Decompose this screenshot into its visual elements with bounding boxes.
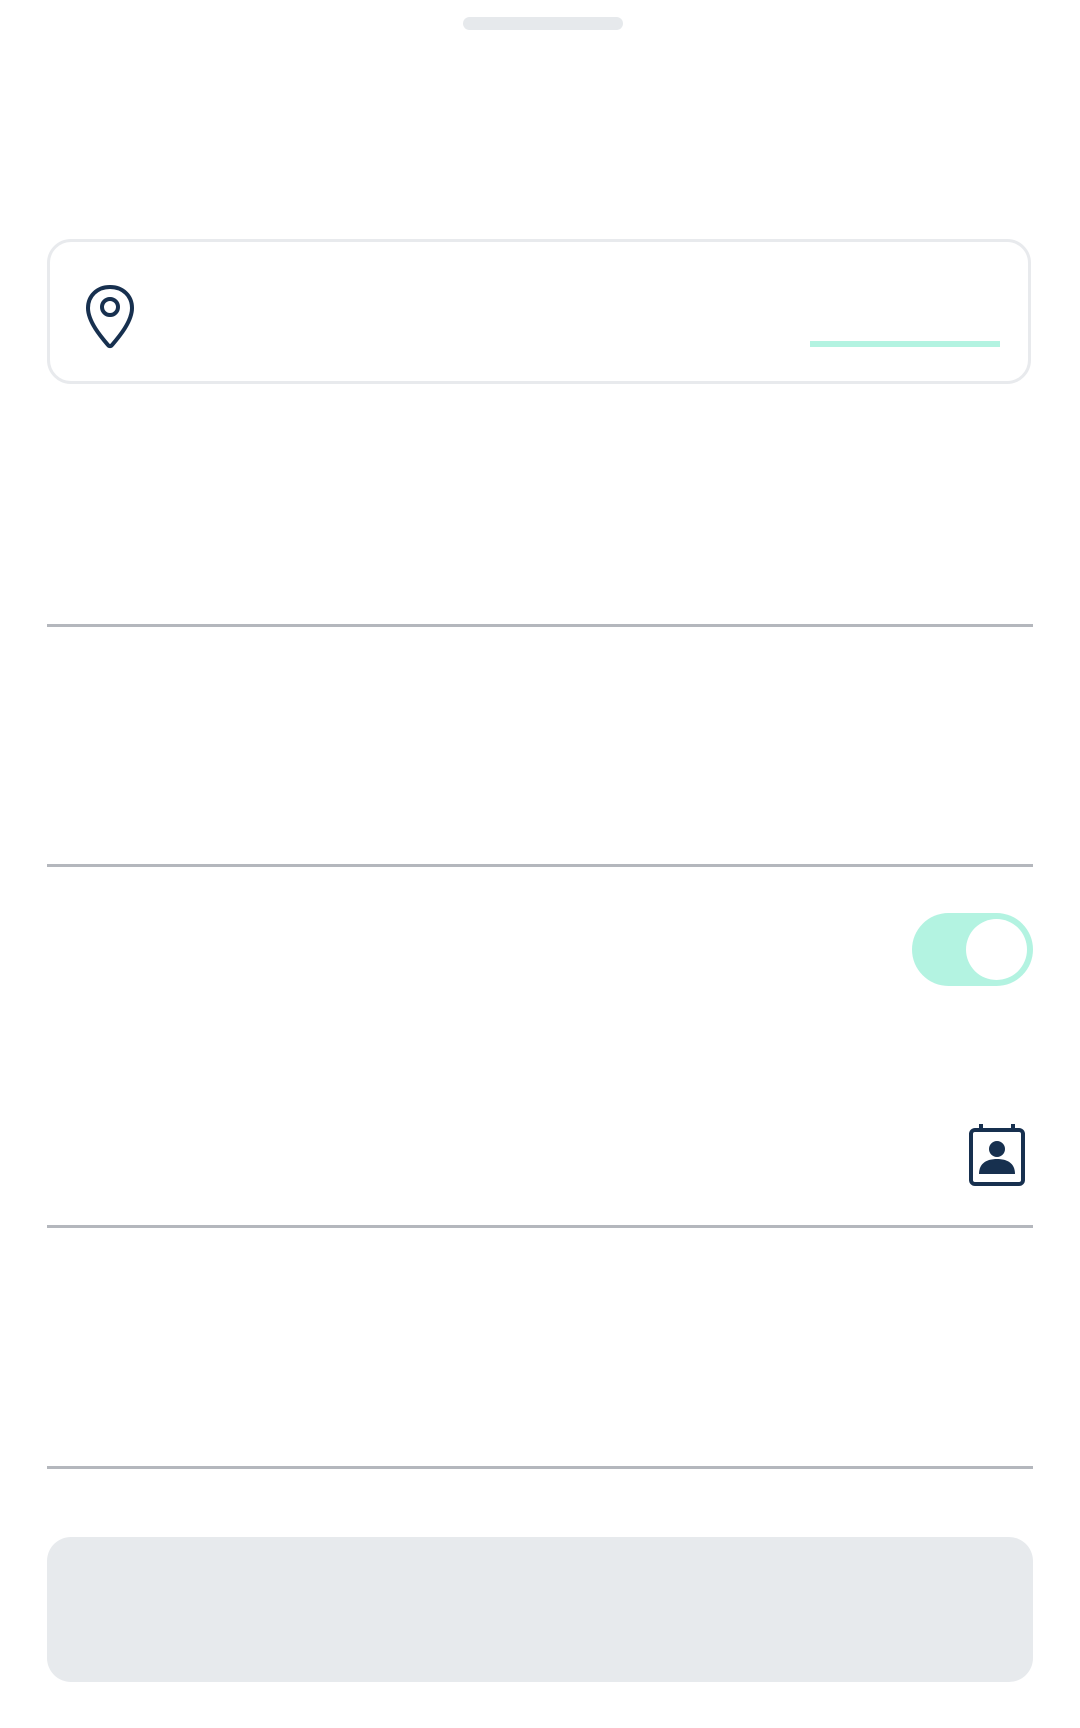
form-field-4[interactable] <box>47 1282 1033 1467</box>
form-field-1[interactable] <box>47 440 1033 625</box>
form-field-4-underline <box>47 1466 1033 1469</box>
toggle-switch[interactable] <box>912 913 1033 986</box>
map-pin-icon <box>86 285 134 349</box>
form-field-3[interactable] <box>47 1040 1033 1225</box>
location-address <box>180 290 960 340</box>
toggle-knob[interactable] <box>966 919 1027 980</box>
location-card[interactable] <box>47 239 1031 384</box>
location-loading-indicator <box>810 341 1000 347</box>
form-field-2[interactable] <box>47 680 1033 865</box>
contact-book-icon[interactable] <box>968 1122 1026 1186</box>
submit-button[interactable] <box>47 1537 1033 1682</box>
form-field-2-underline <box>47 864 1033 867</box>
form-field-1-underline <box>47 624 1033 627</box>
sheet-drag-handle[interactable] <box>463 17 623 30</box>
form-field-3-underline <box>47 1225 1033 1228</box>
